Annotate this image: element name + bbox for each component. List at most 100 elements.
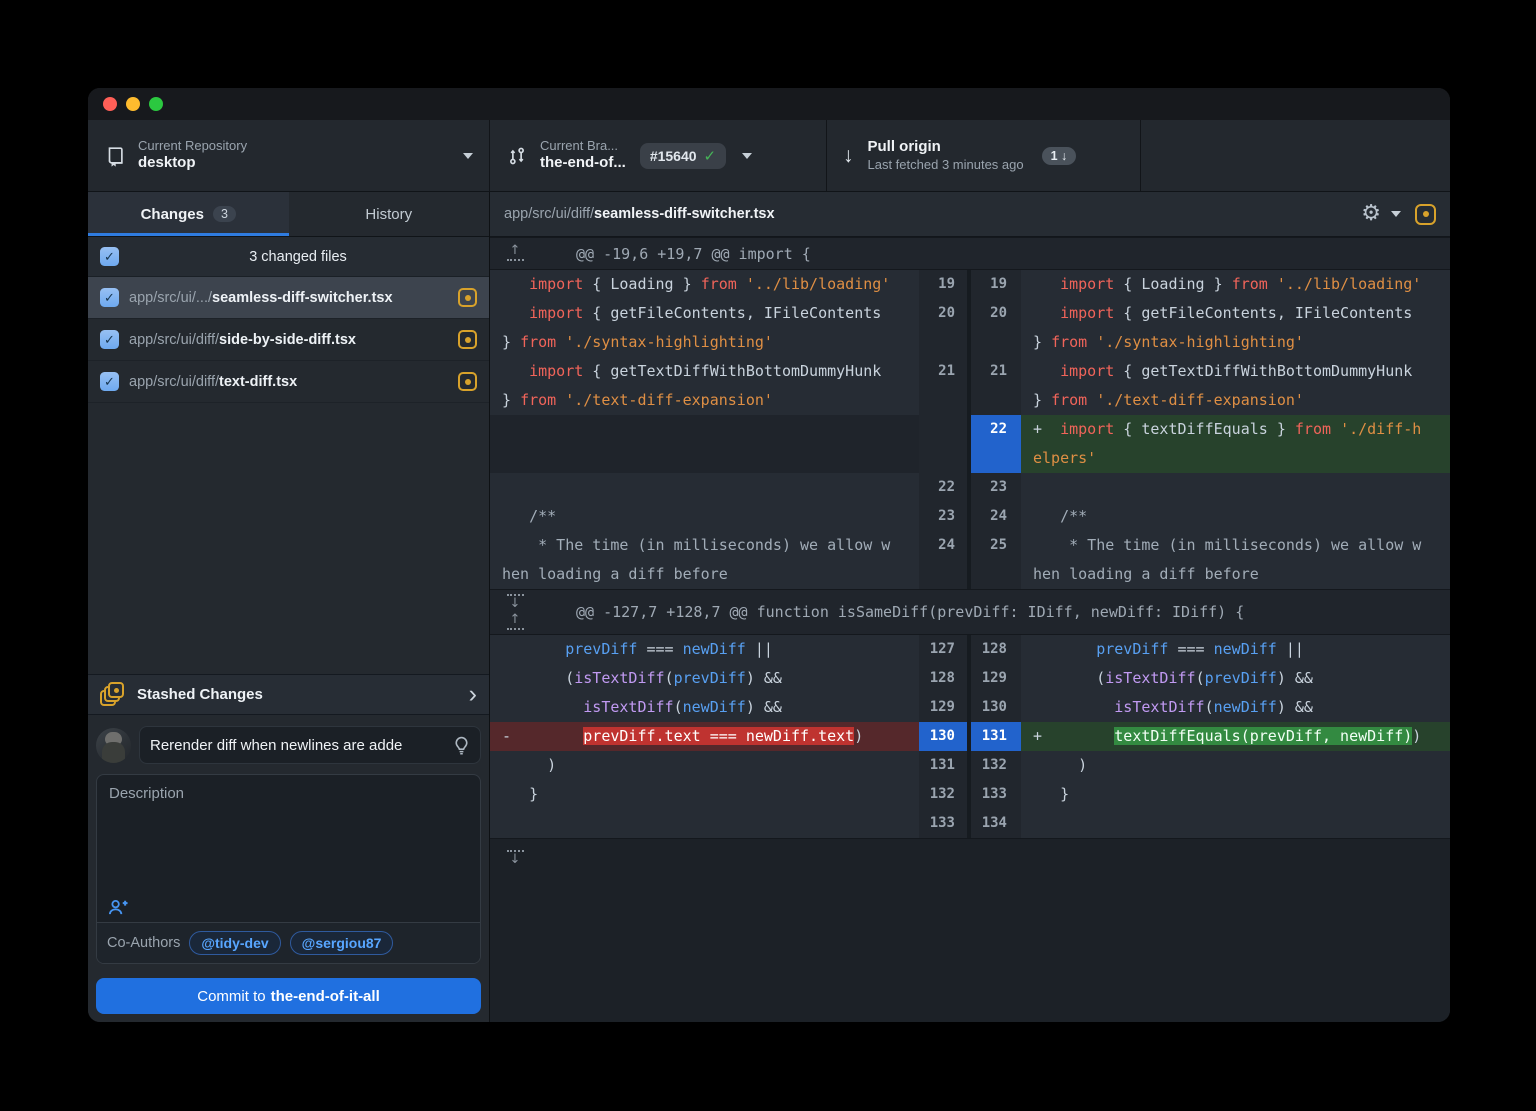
diff-options-gear-icon[interactable]: ⚙ bbox=[1361, 203, 1381, 225]
repository-switcher-button[interactable]: Current Repository desktop bbox=[88, 120, 490, 191]
file-row[interactable]: ✓app/src/ui/diff/side-by-side-diff.tsx bbox=[88, 319, 489, 361]
file-directory: app/src/ui/.../ bbox=[129, 290, 212, 306]
line-number-old[interactable] bbox=[919, 415, 967, 473]
line-number-old[interactable]: 19 bbox=[919, 270, 967, 299]
include-all-checkbox[interactable]: ✓ bbox=[100, 247, 119, 266]
diff-code-new[interactable]: ) bbox=[1021, 751, 1450, 780]
expand-down-button[interactable]: ↓ bbox=[500, 592, 530, 610]
diff-code-old[interactable] bbox=[490, 415, 919, 473]
co-author-pill[interactable]: @sergiou87 bbox=[290, 931, 394, 955]
diff-code-old[interactable]: prevDiff === newDiff || bbox=[490, 635, 919, 664]
diff-code-old[interactable]: import { Loading } from '../lib/loading' bbox=[490, 270, 919, 299]
commit-button[interactable]: Commit to the-end-of-it-all bbox=[96, 978, 481, 1014]
diff-code-new[interactable]: import { getFileContents, IFileContents}… bbox=[1021, 299, 1450, 357]
diff-code-old[interactable]: ) bbox=[490, 751, 919, 780]
arrow-down-icon: ↓ bbox=[843, 144, 854, 168]
zoom-window-button[interactable] bbox=[149, 97, 163, 111]
line-number-old[interactable]: 129 bbox=[919, 693, 967, 722]
diff-code-old[interactable]: import { getFileContents, IFileContents}… bbox=[490, 299, 919, 357]
diff-code-old[interactable]: isTextDiff(newDiff) && bbox=[490, 693, 919, 722]
line-number-new[interactable]: 132 bbox=[971, 751, 1021, 780]
file-checkbox[interactable]: ✓ bbox=[100, 330, 119, 349]
line-number-new[interactable]: 129 bbox=[971, 664, 1021, 693]
commit-summary-input[interactable] bbox=[150, 737, 447, 754]
line-number-new[interactable]: 134 bbox=[971, 809, 1021, 838]
file-checkbox[interactable]: ✓ bbox=[100, 372, 119, 391]
diff-code-new[interactable]: isTextDiff(newDiff) && bbox=[1021, 693, 1450, 722]
tab-history[interactable]: History bbox=[289, 192, 490, 236]
branch-switcher-button[interactable]: Current Bra... the-end-of... #15640 ✓ bbox=[490, 120, 827, 191]
line-number-old[interactable]: 128 bbox=[919, 664, 967, 693]
copilot-suggestion-icon[interactable] bbox=[453, 736, 470, 755]
line-number-new[interactable]: 128 bbox=[971, 635, 1021, 664]
line-number-new[interactable]: 21 bbox=[971, 357, 1021, 415]
diff-code-old[interactable] bbox=[490, 809, 919, 838]
diff-code-new[interactable]: } bbox=[1021, 780, 1450, 809]
diff-code-new[interactable]: * The time (in milliseconds) we allow wh… bbox=[1021, 531, 1450, 589]
diff-code-new[interactable]: /** bbox=[1021, 502, 1450, 531]
diff-code-old[interactable]: /** bbox=[490, 502, 919, 531]
line-number-new[interactable]: 24 bbox=[971, 502, 1021, 531]
commit-description-input[interactable] bbox=[97, 775, 480, 922]
diff-code-new[interactable] bbox=[1021, 809, 1450, 838]
file-name: text-diff.tsx bbox=[219, 374, 297, 390]
titlebar bbox=[88, 88, 1450, 120]
expand-up-button[interactable]: ↑ bbox=[500, 614, 530, 632]
file-row[interactable]: ✓ app/src/ui/.../seamless-diff-switcher.t… bbox=[88, 277, 489, 319]
diff-code-new[interactable]: + import { textDiffEquals } from './diff… bbox=[1021, 415, 1450, 473]
diff-code-new[interactable] bbox=[1021, 473, 1450, 502]
line-number-new[interactable]: 19 bbox=[971, 270, 1021, 299]
line-number-old[interactable]: 133 bbox=[919, 809, 967, 838]
expand-down-button[interactable]: ↓ bbox=[500, 848, 530, 866]
line-number-new[interactable]: 20 bbox=[971, 299, 1021, 357]
sidebar-tabs: Changes 3 History bbox=[88, 192, 489, 237]
tab-changes[interactable]: Changes 3 bbox=[88, 192, 289, 236]
file-path: app/src/ui/.../seamless-diff-switcher.ts… bbox=[129, 290, 393, 306]
line-number-old[interactable]: 132 bbox=[919, 780, 967, 809]
co-author-pill[interactable]: @tidy-dev bbox=[189, 931, 280, 955]
chevron-down-icon[interactable] bbox=[1391, 211, 1401, 217]
line-number-new[interactable]: 131 bbox=[971, 722, 1021, 751]
line-number-old[interactable]: 24 bbox=[919, 531, 967, 589]
changes-count-badge: 3 bbox=[213, 206, 236, 222]
stashed-changes-row[interactable]: Stashed Changes › bbox=[88, 674, 489, 715]
diff-code-new[interactable]: + textDiffEquals(prevDiff, newDiff)) bbox=[1021, 722, 1450, 751]
diff-code-old[interactable]: - prevDiff.text === newDiff.text) bbox=[490, 722, 919, 751]
file-row[interactable]: ✓ app/src/ui/diff/text-diff.tsx bbox=[88, 361, 489, 403]
line-number-old[interactable]: 127 bbox=[919, 635, 967, 664]
line-number-new[interactable]: 25 bbox=[971, 531, 1021, 589]
diff-code-new[interactable]: (isTextDiff(prevDiff) && bbox=[1021, 664, 1450, 693]
co-authors-label: Co-Authors bbox=[107, 935, 180, 951]
diff-code-new[interactable]: prevDiff === newDiff || bbox=[1021, 635, 1450, 664]
chevron-right-icon: › bbox=[469, 682, 477, 707]
pull-request-badge[interactable]: #15640 ✓ bbox=[640, 143, 726, 169]
diff-code-new[interactable]: import { getTextDiffWithBottomDummyHunk}… bbox=[1021, 357, 1450, 415]
line-number-old[interactable]: 23 bbox=[919, 502, 967, 531]
file-checkbox[interactable]: ✓ bbox=[100, 288, 119, 307]
line-number-old[interactable]: 131 bbox=[919, 751, 967, 780]
line-number-old[interactable]: 22 bbox=[919, 473, 967, 502]
diff-code-old[interactable]: } bbox=[490, 780, 919, 809]
pull-request-number: #15640 bbox=[650, 148, 697, 164]
line-number-old[interactable]: 21 bbox=[919, 357, 967, 415]
add-co-author-icon[interactable] bbox=[107, 898, 128, 916]
diff-code-old[interactable]: import { getTextDiffWithBottomDummyHunk}… bbox=[490, 357, 919, 415]
line-number-new[interactable]: 23 bbox=[971, 473, 1021, 502]
line-number-new[interactable]: 22 bbox=[971, 415, 1021, 473]
line-number-old[interactable]: 130 bbox=[919, 722, 967, 751]
line-number-new[interactable]: 130 bbox=[971, 693, 1021, 722]
pull-origin-title: Pull origin bbox=[868, 138, 1024, 157]
diff-code-new[interactable]: import { Loading } from '../lib/loading' bbox=[1021, 270, 1450, 299]
expand-up-button[interactable]: ↑ bbox=[500, 245, 530, 263]
diff-code-old[interactable]: (isTextDiff(prevDiff) && bbox=[490, 664, 919, 693]
diff-code-old[interactable] bbox=[490, 473, 919, 502]
close-window-button[interactable] bbox=[103, 97, 117, 111]
pull-origin-subtitle: Last fetched 3 minutes ago bbox=[868, 157, 1024, 173]
file-directory: app/src/ui/diff/ bbox=[129, 374, 219, 390]
line-number-old[interactable]: 20 bbox=[919, 299, 967, 357]
minimize-window-button[interactable] bbox=[126, 97, 140, 111]
diff-code-old[interactable]: * The time (in milliseconds) we allow wh… bbox=[490, 531, 919, 589]
pull-origin-button[interactable]: ↓ Pull origin Last fetched 3 minutes ago… bbox=[827, 120, 1141, 191]
line-number-new[interactable]: 133 bbox=[971, 780, 1021, 809]
app-window: Current Repository desktop Current Bra..… bbox=[88, 88, 1450, 1022]
